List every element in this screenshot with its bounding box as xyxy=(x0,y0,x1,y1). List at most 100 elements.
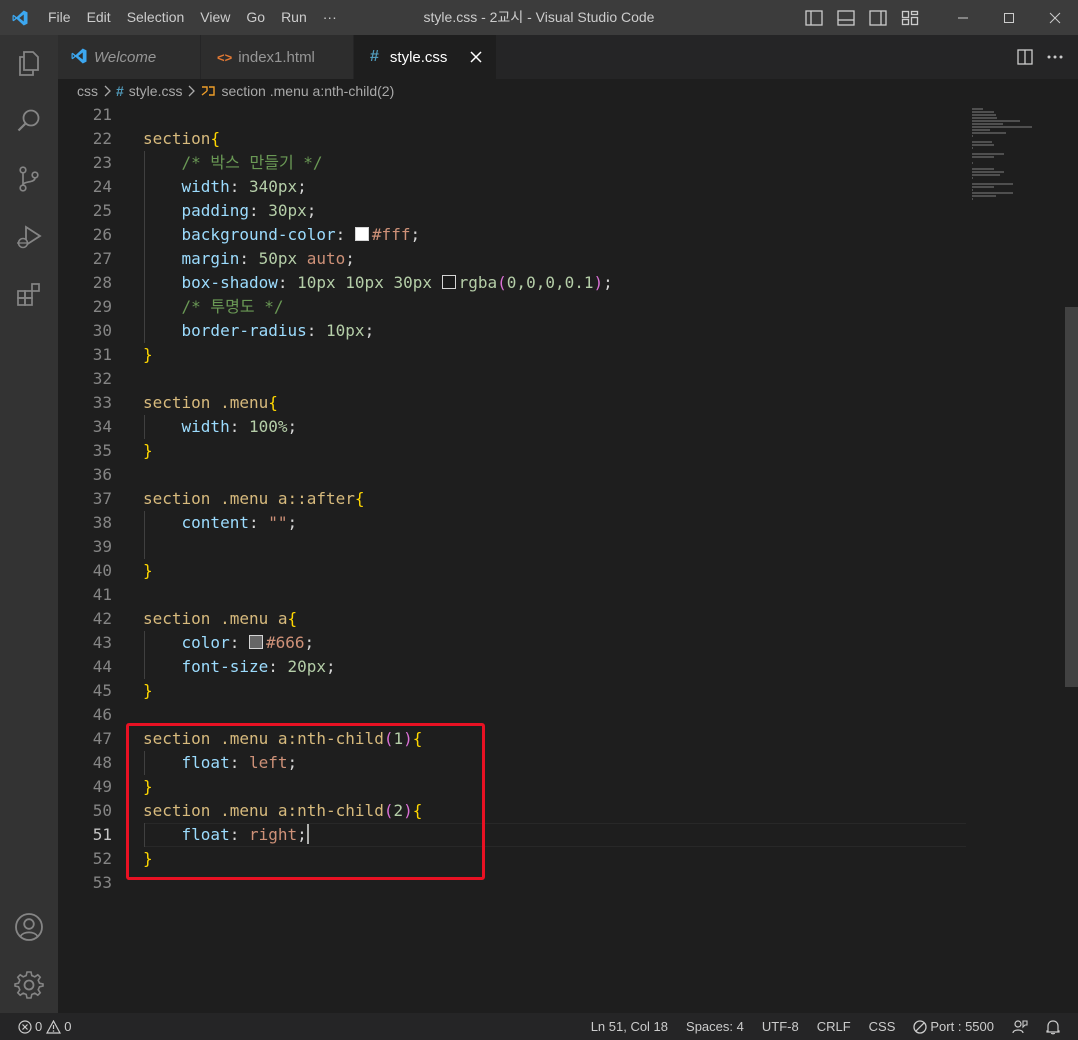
minimap[interactable] xyxy=(968,103,1063,1013)
scrollbar-thumb[interactable] xyxy=(1065,307,1078,687)
customize-layout-icon[interactable] xyxy=(894,0,926,35)
css-hash-icon: # xyxy=(370,48,379,65)
run-and-debug-icon[interactable] xyxy=(0,213,58,261)
token-pun: ; xyxy=(306,201,317,220)
vertical-scrollbar[interactable] xyxy=(1063,103,1078,1013)
code-line[interactable]: 30 border-radius: 10px; xyxy=(58,319,968,343)
code-line[interactable]: 44 font-size: 20px; xyxy=(58,655,968,679)
live-server-port[interactable]: Port : 5500 xyxy=(904,1013,1003,1040)
tab-label: index1.html xyxy=(238,48,315,66)
cursor-position[interactable]: Ln 51, Col 18 xyxy=(582,1013,677,1040)
search-icon[interactable] xyxy=(0,97,58,145)
minimap-line xyxy=(972,195,996,197)
indentation[interactable]: Spaces: 4 xyxy=(677,1013,753,1040)
editor-tabs: Welcome <> index1.html # style.css xyxy=(58,35,1078,79)
code-line[interactable]: 26 background-color: #fff; xyxy=(58,223,968,247)
menu-item-more[interactable]: ··· xyxy=(315,0,345,35)
menu-item-file[interactable]: File xyxy=(40,0,79,35)
code-line[interactable]: 33 section .menu{ xyxy=(58,391,968,415)
encoding[interactable]: UTF-8 xyxy=(753,1013,808,1040)
menu-item-selection[interactable]: Selection xyxy=(119,0,193,35)
extensions-icon[interactable] xyxy=(0,271,58,319)
token-com: /* 박스 만들기 */ xyxy=(181,153,323,172)
breadcrumb-file[interactable]: style.css xyxy=(129,83,183,99)
code-text: } xyxy=(143,439,153,463)
source-control-icon[interactable] xyxy=(0,155,58,203)
color-swatch[interactable] xyxy=(354,227,369,241)
toggle-panel-icon[interactable] xyxy=(830,0,862,35)
code-line[interactable]: 40} xyxy=(58,559,968,583)
vscode-logo-icon[interactable] xyxy=(0,0,40,35)
breadcrumb-symbol[interactable]: section .menu a:nth-child(2) xyxy=(221,83,394,99)
code-line[interactable]: 32 xyxy=(58,367,968,391)
code-line[interactable]: 31} xyxy=(58,343,968,367)
code-text: /* 투명도 */ xyxy=(143,295,284,319)
color-swatch[interactable] xyxy=(441,275,456,289)
line-number: 32 xyxy=(92,369,112,388)
breadcrumb-folder[interactable]: css xyxy=(77,83,98,99)
token-pun: : xyxy=(229,417,249,436)
token-fn: rgba xyxy=(458,273,498,292)
tab-style-css[interactable]: # style.css xyxy=(354,35,497,79)
token-pun: ; xyxy=(297,177,307,196)
code-line[interactable]: 25 padding: 30px; xyxy=(58,199,968,223)
minimap-line xyxy=(972,153,1005,155)
code-line[interactable]: 41 xyxy=(58,583,968,607)
code-editor[interactable]: 21 22 section{23 /* 박스 만들기 */24 width: 340… xyxy=(58,103,1078,1013)
code-line[interactable]: 22 section{ xyxy=(58,127,968,151)
token-prop: box-shadow xyxy=(181,273,278,292)
more-actions-icon[interactable] xyxy=(1040,35,1070,79)
close-window-icon[interactable] xyxy=(1032,0,1078,35)
line-number: 21 xyxy=(92,105,112,124)
minimap-line xyxy=(972,192,1013,194)
toggle-primary-sidebar-icon[interactable] xyxy=(798,0,830,35)
code-line[interactable]: 37 section .menu a::after{ xyxy=(58,487,968,511)
tab-welcome[interactable]: Welcome xyxy=(58,35,201,79)
feedback-icon[interactable] xyxy=(1003,1013,1037,1040)
color-swatch[interactable] xyxy=(248,635,263,649)
toggle-secondary-sidebar-icon[interactable] xyxy=(862,0,894,35)
code-line[interactable]: 23 /* 박스 만들기 */ xyxy=(58,151,968,175)
code-line[interactable]: 35} xyxy=(58,439,968,463)
menu-item-edit[interactable]: Edit xyxy=(79,0,119,35)
code-line[interactable]: 24 width: 340px; xyxy=(58,175,968,199)
code-line[interactable]: 43 color: #666; xyxy=(58,631,968,655)
menu-item-run[interactable]: Run xyxy=(273,0,315,35)
line-number: 36 xyxy=(92,465,112,484)
code-line[interactable]: 27 margin: 50px auto; xyxy=(58,247,968,271)
minimize-icon[interactable] xyxy=(940,0,986,35)
code-line[interactable]: 39 xyxy=(58,535,968,559)
tab-index1-html[interactable]: <> index1.html xyxy=(201,35,354,79)
code-line[interactable]: 29 /* 투명도 */ xyxy=(58,295,968,319)
token-br2: ) xyxy=(593,273,604,292)
close-tab-icon[interactable] xyxy=(466,47,486,67)
code-line[interactable]: 28 box-shadow: 10px 10px 30px rgba(0,0,0… xyxy=(58,271,968,295)
code-line[interactable]: 34 width: 100%; xyxy=(58,415,968,439)
code-text: content: ""; xyxy=(143,511,298,535)
minimap-line xyxy=(972,126,1032,128)
code-line[interactable]: 42 section .menu a{ xyxy=(58,607,968,631)
accounts-icon[interactable] xyxy=(0,903,58,951)
explorer-icon[interactable] xyxy=(0,39,58,87)
code-line[interactable]: 38 content: ""; xyxy=(58,511,968,535)
language-mode[interactable]: CSS xyxy=(860,1013,905,1040)
split-editor-icon[interactable] xyxy=(1010,35,1040,79)
token-num: 340px xyxy=(248,177,298,196)
token-ind xyxy=(143,249,182,268)
code-line[interactable]: 36 xyxy=(58,463,968,487)
problems-status[interactable]: 0 0 xyxy=(14,1013,80,1040)
code-line[interactable]: 21 xyxy=(58,103,968,127)
code-line[interactable]: 45} xyxy=(58,679,968,703)
token-num: 0,0,0,0.1 xyxy=(506,273,594,292)
menu-item-view[interactable]: View xyxy=(192,0,238,35)
error-icon xyxy=(18,1019,32,1034)
token-ind xyxy=(143,297,182,316)
maximize-icon[interactable] xyxy=(986,0,1032,35)
notifications-bell-icon[interactable] xyxy=(1037,1013,1078,1040)
menu-item-go[interactable]: Go xyxy=(238,0,273,35)
end-of-line[interactable]: CRLF xyxy=(808,1013,860,1040)
title-bar: File Edit Selection View Go Run ··· style.css … xyxy=(0,0,1078,35)
token-br1: { xyxy=(210,129,221,148)
manage-gear-icon[interactable] xyxy=(0,961,58,1009)
token-val: auto xyxy=(306,249,346,268)
